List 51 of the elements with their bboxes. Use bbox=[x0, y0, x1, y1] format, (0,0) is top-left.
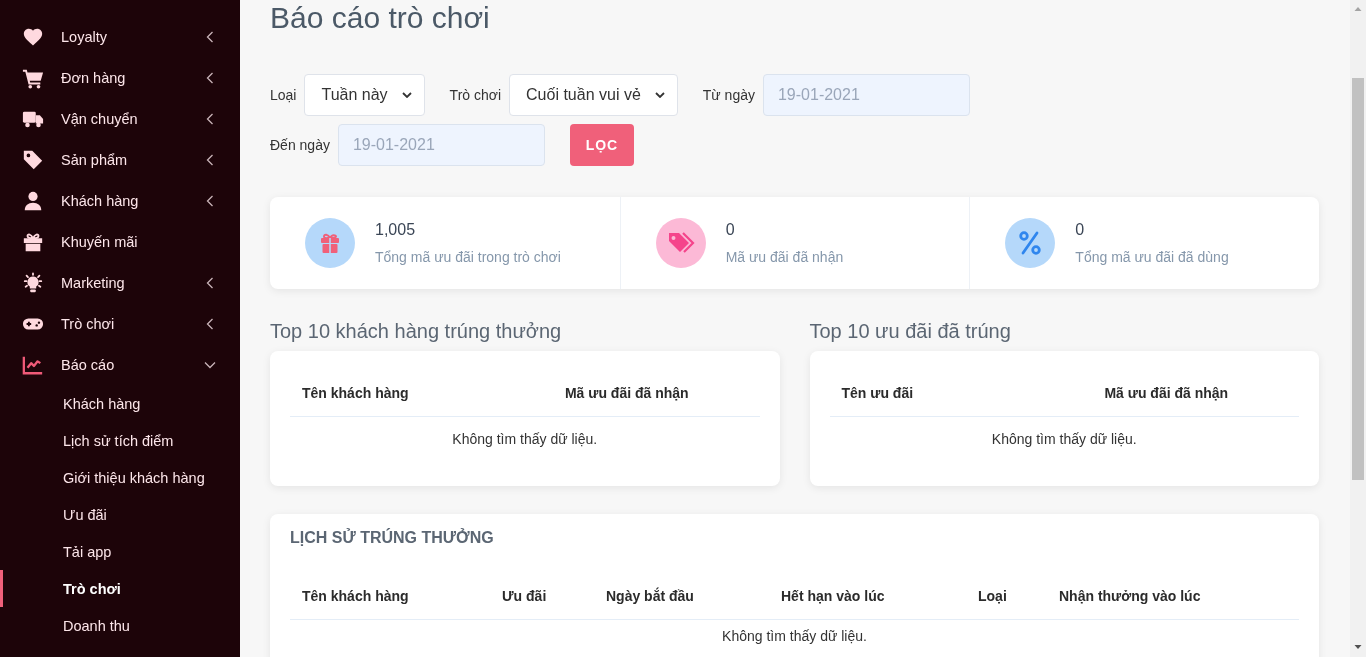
filter-label: Trò chơi bbox=[449, 87, 502, 103]
stat-label: Tổng mã ưu đãi đã dùng bbox=[1075, 248, 1229, 266]
stat-value: 0 bbox=[725, 220, 736, 240]
nav-item[interactable]: Khuyến mãi bbox=[0, 221, 240, 262]
column-header: Ưu đãi bbox=[501, 587, 548, 606]
column-header: Nhận thưởng vào lúc bbox=[1058, 587, 1202, 606]
stat-value: 1,005 bbox=[375, 220, 417, 240]
column-header: Tên khách hàng bbox=[301, 384, 410, 403]
caret-icon bbox=[654, 92, 665, 98]
select-field[interactable]: Tuần này bbox=[304, 74, 425, 116]
filter-label: Từ ngày bbox=[702, 87, 755, 103]
gift-icon bbox=[305, 218, 355, 268]
nav-item[interactable]: Đơn hàng bbox=[0, 57, 240, 98]
filter-label: Loại bbox=[270, 87, 297, 103]
nav-item[interactable]: Báo cáo bbox=[0, 344, 240, 385]
column-header: Tên khách hàng bbox=[301, 587, 410, 606]
nav-item[interactable]: Trò chơi bbox=[0, 303, 240, 344]
percent-icon bbox=[1005, 218, 1056, 268]
table-title: Top 10 khách hàng trúng thưởng bbox=[270, 319, 563, 343]
page-title: Báo cáo trò chơi bbox=[270, 0, 491, 36]
submenu-item[interactable]: Tải app bbox=[0, 533, 240, 570]
section-title: LỊCH SỬ TRÚNG THƯỞNG bbox=[290, 528, 495, 548]
stat-label: Mã ưu đãi đã nhận bbox=[725, 248, 844, 266]
column-header: Hết hạn vào lúc bbox=[780, 587, 886, 606]
column-header: Ngày bắt đầu bbox=[605, 586, 695, 606]
submenu-item[interactable]: Ưu đãi bbox=[0, 496, 240, 533]
filter-label: Đến ngày bbox=[270, 137, 330, 153]
empty-message: Không tìm thấy dữ liệu. bbox=[990, 430, 1138, 449]
column-header: Loại bbox=[977, 587, 1008, 606]
scrollbar[interactable] bbox=[1350, 0, 1366, 657]
column-header: Mã ưu đãi đã nhận bbox=[563, 384, 690, 403]
stat-value: 0 bbox=[1075, 220, 1086, 240]
select-field[interactable]: Cuối tuần vui vẻ bbox=[509, 74, 678, 116]
nav-item[interactable]: Marketing bbox=[0, 262, 240, 303]
column-header: Mã ưu đãi đã nhận bbox=[1103, 384, 1230, 403]
stat-label: Tổng mã ưu đãi trong trò chơi bbox=[375, 248, 561, 266]
nav-item[interactable]: Khách hàng bbox=[0, 180, 240, 221]
tag-icon bbox=[655, 218, 706, 268]
nav-item[interactable]: Sản phẩm bbox=[0, 139, 240, 180]
submenu-item[interactable]: Khách hàng bbox=[0, 385, 240, 422]
submenu-item[interactable]: Lịch sử tích điểm bbox=[0, 422, 240, 459]
empty-message: Không tìm thấy dữ liệu. bbox=[451, 430, 599, 449]
caret-icon bbox=[401, 92, 412, 98]
submenu-item[interactable]: Giới thiệu khách hàng bbox=[0, 459, 240, 496]
table-title: Top 10 ưu đãi đã trúng bbox=[809, 319, 1012, 343]
nav-item[interactable]: Loyalty bbox=[0, 16, 240, 57]
nav-item[interactable]: Vận chuyển bbox=[0, 98, 240, 139]
submenu-item[interactable]: Doanh thu bbox=[0, 607, 240, 644]
submenu-item[interactable]: Trò chơi bbox=[0, 570, 240, 607]
empty-message: Không tìm thấy dữ liệu. bbox=[721, 627, 868, 646]
column-header: Tên ưu đãi bbox=[840, 384, 915, 403]
